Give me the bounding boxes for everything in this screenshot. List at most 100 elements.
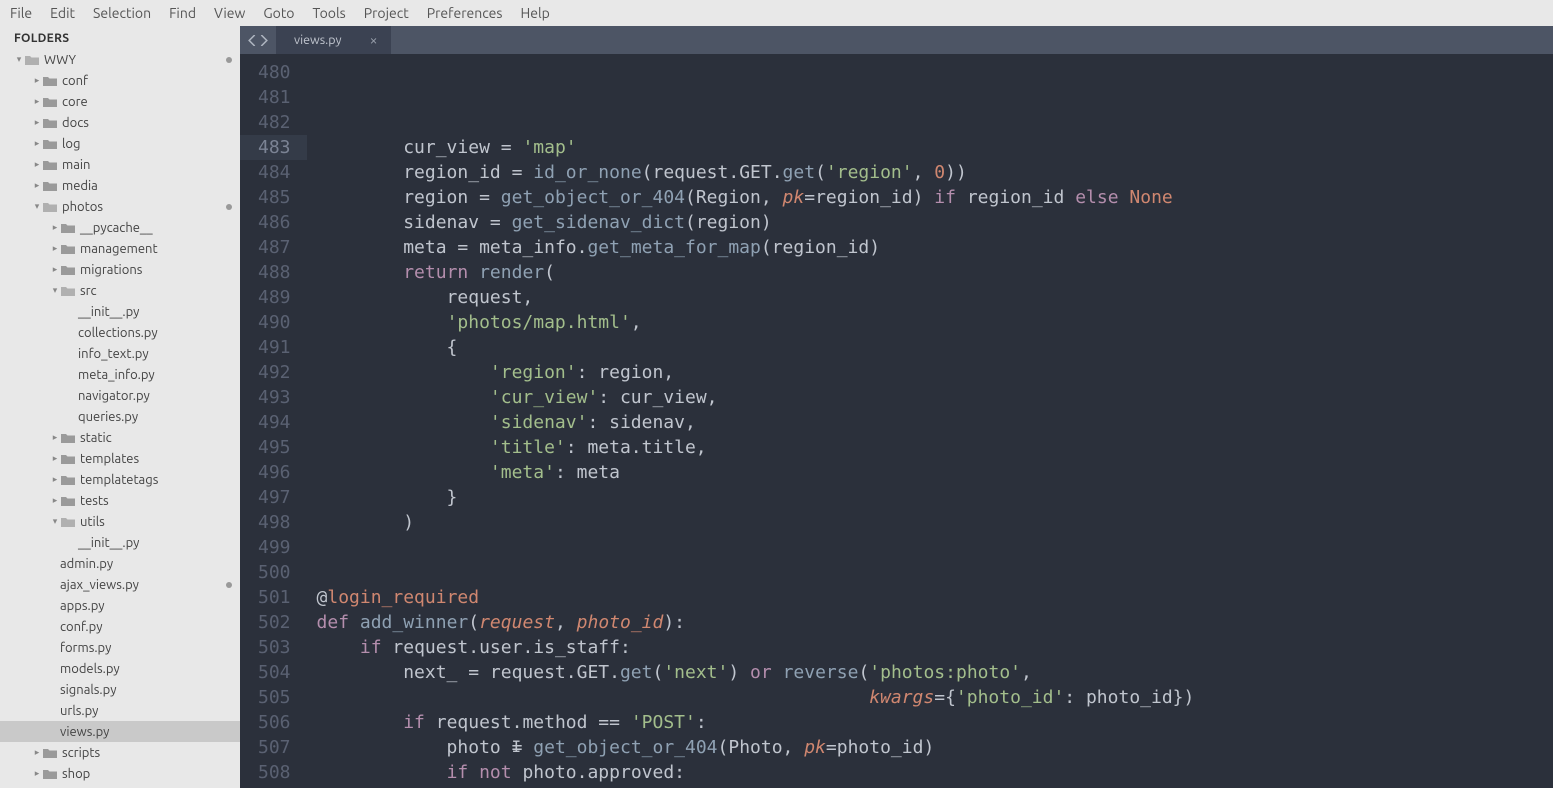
file-urls-py[interactable]: urls.py — [0, 700, 240, 721]
code-line[interactable] — [317, 535, 1535, 560]
code-line[interactable]: next_ = request.GET.get('next') or rever… — [317, 660, 1535, 685]
tree-item-label: conf — [62, 74, 232, 88]
tree-item-label: meta_info.py — [78, 368, 232, 382]
chevron-right-icon: ▸ — [32, 159, 42, 170]
tree-item-label: admin.py — [60, 557, 232, 571]
line-number: 487 — [258, 235, 291, 260]
menu-project[interactable]: Project — [364, 5, 409, 21]
tab-views-py[interactable]: views.py × — [276, 26, 391, 54]
folder-log[interactable]: ▸log — [0, 133, 240, 154]
code-line[interactable]: photo = get_object_or_404(Photo, pk=phot… — [317, 735, 1535, 760]
sidebar-header: FOLDERS — [0, 26, 240, 49]
tree-item-label: apps.py — [60, 599, 232, 613]
tree-item-label: models.py — [60, 662, 232, 676]
folder-templates[interactable]: ▸templates — [0, 448, 240, 469]
folder-icon — [60, 263, 76, 277]
file-collections-py[interactable]: collections.py — [0, 322, 240, 343]
line-number: 507 — [258, 735, 291, 760]
menu-help[interactable]: Help — [520, 5, 549, 21]
folder-shop[interactable]: ▸shop — [0, 763, 240, 784]
code-line[interactable]: request, — [317, 285, 1535, 310]
file-views-py[interactable]: views.py — [0, 721, 240, 742]
folder-utils[interactable]: ▾utils — [0, 511, 240, 532]
tree-item-label: static — [80, 431, 232, 445]
code-line[interactable]: ) — [317, 510, 1535, 535]
folder-wwy[interactable]: ▾WWY — [0, 49, 240, 70]
code-line[interactable]: { — [317, 335, 1535, 360]
code-area[interactable]: I cur_view = 'map' region_id = id_or_non… — [307, 54, 1535, 788]
code-line[interactable]: return render( — [317, 260, 1535, 285]
code-line[interactable] — [317, 560, 1535, 585]
folder-core[interactable]: ▸core — [0, 91, 240, 112]
folder-templatetags[interactable]: ▸templatetags — [0, 469, 240, 490]
folder-icon — [60, 494, 76, 508]
code-line[interactable]: 'region': region, — [317, 360, 1535, 385]
file-conf-py[interactable]: conf.py — [0, 616, 240, 637]
tree-item-label: navigator.py — [78, 389, 232, 403]
line-number: 482 — [258, 110, 291, 135]
file-forms-py[interactable]: forms.py — [0, 637, 240, 658]
code-line[interactable]: cur_view = 'map' — [317, 135, 1535, 160]
file-ajax-views-py[interactable]: ajax_views.py — [0, 574, 240, 595]
file-queries-py[interactable]: queries.py — [0, 406, 240, 427]
code-line[interactable]: if not photo.approved: — [317, 760, 1535, 785]
code-line[interactable]: kwargs={'photo_id': photo_id}) — [317, 685, 1535, 710]
code-line[interactable]: 'meta': meta — [317, 460, 1535, 485]
line-number: 497 — [258, 485, 291, 510]
folder-tests[interactable]: ▸tests — [0, 490, 240, 511]
line-number: 506 — [258, 710, 291, 735]
file--init-py[interactable]: __init__.py — [0, 301, 240, 322]
code-line[interactable]: meta = meta_info.get_meta_for_map(region… — [317, 235, 1535, 260]
folder-scripts[interactable]: ▸scripts — [0, 742, 240, 763]
chevron-right-icon: ▸ — [50, 243, 60, 254]
folder-migrations[interactable]: ▸migrations — [0, 259, 240, 280]
line-number: 495 — [258, 435, 291, 460]
code-line[interactable]: 'sidenav': sidenav, — [317, 410, 1535, 435]
file-models-py[interactable]: models.py — [0, 658, 240, 679]
code-line[interactable]: @login_required — [317, 585, 1535, 610]
menu-goto[interactable]: Goto — [263, 5, 294, 21]
file-meta-info-py[interactable]: meta_info.py — [0, 364, 240, 385]
tab-close-icon[interactable]: × — [370, 32, 378, 48]
menu-edit[interactable]: Edit — [50, 5, 75, 21]
tab-history-nav[interactable] — [240, 26, 276, 54]
code-line[interactable]: def add_winner(request, photo_id): — [317, 610, 1535, 635]
menu-selection[interactable]: Selection — [93, 5, 151, 21]
code-line[interactable]: if request.user.is_staff: — [317, 635, 1535, 660]
menu-view[interactable]: View — [214, 5, 245, 21]
folder--pycache-[interactable]: ▸__pycache__ — [0, 217, 240, 238]
line-number: 483 — [240, 135, 307, 160]
editor-body[interactable]: 4804814824834844854864874884894904914924… — [240, 54, 1553, 788]
minimap[interactable] — [1535, 54, 1553, 788]
menu-file[interactable]: File — [10, 5, 32, 21]
tree-item-label: __init__.py — [78, 305, 232, 319]
file-info-text-py[interactable]: info_text.py — [0, 343, 240, 364]
chevron-right-icon: ▸ — [50, 222, 60, 233]
line-number: 503 — [258, 635, 291, 660]
file-apps-py[interactable]: apps.py — [0, 595, 240, 616]
code-line[interactable]: if request.method == 'POST': — [317, 710, 1535, 735]
code-line[interactable]: 'title': meta.title, — [317, 435, 1535, 460]
folder-main[interactable]: ▸main — [0, 154, 240, 175]
code-line[interactable]: region_id = id_or_none(request.GET.get('… — [317, 160, 1535, 185]
file--init-py[interactable]: __init__.py — [0, 532, 240, 553]
code-line[interactable]: region = get_object_or_404(Region, pk=re… — [317, 185, 1535, 210]
code-line[interactable]: } — [317, 485, 1535, 510]
file-signals-py[interactable]: signals.py — [0, 679, 240, 700]
folder-static[interactable]: ▸static — [0, 427, 240, 448]
menu-find[interactable]: Find — [169, 5, 196, 21]
line-number: 504 — [258, 660, 291, 685]
menu-tools[interactable]: Tools — [313, 5, 346, 21]
code-line[interactable]: sidenav = get_sidenav_dict(region) — [317, 210, 1535, 235]
folder-conf[interactable]: ▸conf — [0, 70, 240, 91]
folder-src[interactable]: ▾src — [0, 280, 240, 301]
file-navigator-py[interactable]: navigator.py — [0, 385, 240, 406]
menu-preferences[interactable]: Preferences — [427, 5, 503, 21]
folder-photos[interactable]: ▾photos — [0, 196, 240, 217]
folder-media[interactable]: ▸media — [0, 175, 240, 196]
file-admin-py[interactable]: admin.py — [0, 553, 240, 574]
folder-management[interactable]: ▸management — [0, 238, 240, 259]
folder-docs[interactable]: ▸docs — [0, 112, 240, 133]
code-line[interactable]: 'photos/map.html', — [317, 310, 1535, 335]
code-line[interactable]: 'cur_view': cur_view, — [317, 385, 1535, 410]
